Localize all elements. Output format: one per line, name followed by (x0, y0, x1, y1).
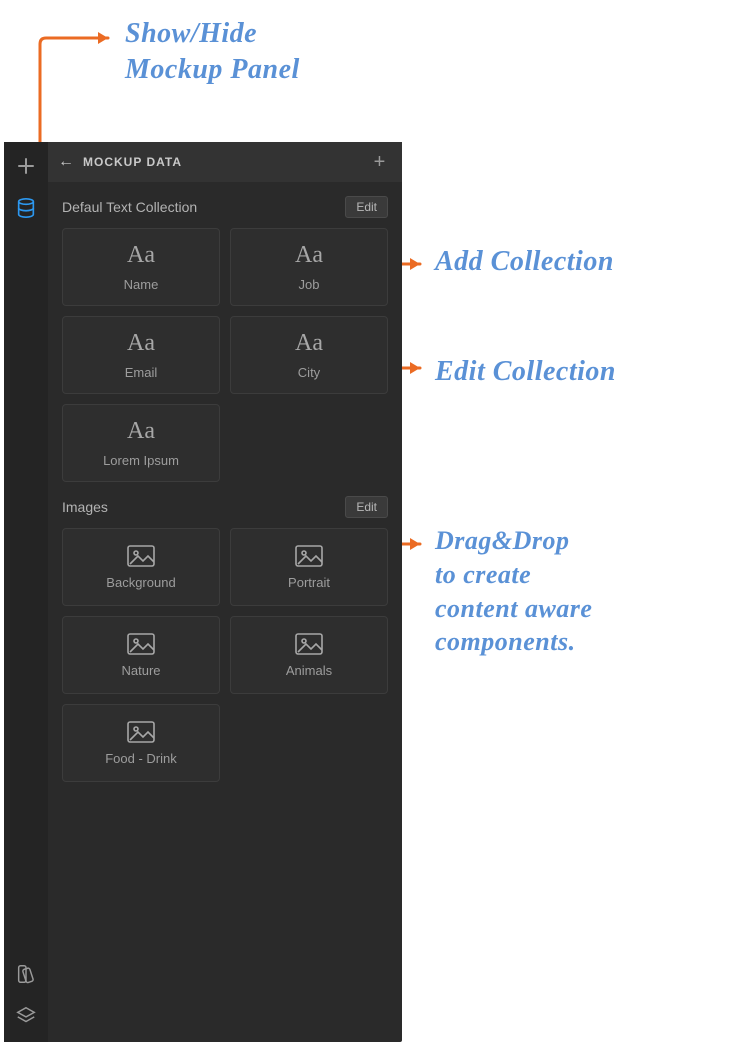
panel-header: ← MOCKUP DATA + (48, 142, 402, 182)
annotation-edit-collection: Edit Collection (435, 354, 616, 390)
tile-label: Animals (286, 663, 332, 678)
edit-images-collection-button[interactable]: Edit (345, 496, 388, 518)
image-icon (295, 545, 323, 567)
tile-text[interactable]: Aa Job (230, 228, 388, 306)
image-icon (127, 633, 155, 655)
tile-text[interactable]: Aa Lorem Ipsum (62, 404, 220, 482)
text-icon: Aa (295, 242, 323, 269)
edit-text-collection-button[interactable]: Edit (345, 196, 388, 218)
tile-text[interactable]: Aa Name (62, 228, 220, 306)
section-title-text: Defaul Text Collection (62, 199, 197, 215)
text-icon: Aa (295, 330, 323, 357)
tile-label: Portrait (288, 575, 330, 590)
tile-label: Food - Drink (105, 751, 177, 766)
swatch-icon (15, 963, 37, 985)
text-icon: Aa (127, 418, 155, 445)
image-icon (127, 545, 155, 567)
text-icon: Aa (127, 330, 155, 357)
tile-image[interactable]: Portrait (230, 528, 388, 606)
tile-label: Lorem Ipsum (103, 453, 179, 468)
components-button[interactable] (8, 956, 44, 992)
layers-button[interactable] (8, 998, 44, 1034)
tile-image[interactable]: Food - Drink (62, 704, 220, 782)
tile-label: Nature (121, 663, 160, 678)
layers-icon (15, 1005, 37, 1027)
database-icon (15, 197, 37, 219)
tool-rail (4, 142, 48, 1042)
tile-image[interactable]: Nature (62, 616, 220, 694)
panel-title: MOCKUP DATA (83, 155, 182, 169)
tile-text[interactable]: Aa Email (62, 316, 220, 394)
image-icon (295, 633, 323, 655)
plus-icon (16, 156, 36, 176)
mockup-panel: ← MOCKUP DATA + Defaul Text Collection E… (4, 142, 402, 1042)
tile-text[interactable]: Aa City (230, 316, 388, 394)
tile-label: Email (125, 365, 158, 380)
tile-label: Job (299, 277, 320, 292)
tile-label: Background (106, 575, 175, 590)
tile-label: Name (124, 277, 159, 292)
tile-image[interactable]: Animals (230, 616, 388, 694)
image-icon (127, 721, 155, 743)
tile-label: City (298, 365, 320, 380)
back-button[interactable]: ← (58, 153, 75, 171)
annotation-add-collection: Add Collection (435, 244, 614, 280)
add-tool-button[interactable] (8, 148, 44, 184)
text-icon: Aa (127, 242, 155, 269)
mockup-data-toggle-button[interactable] (8, 190, 44, 226)
annotation-show-hide: Show/Hide Mockup Panel (125, 16, 300, 89)
add-collection-button[interactable]: + (368, 150, 392, 174)
annotation-drag-drop: Drag&Drop to create content aware compon… (435, 524, 592, 659)
section-title-images: Images (62, 499, 108, 515)
tile-image[interactable]: Background (62, 528, 220, 606)
